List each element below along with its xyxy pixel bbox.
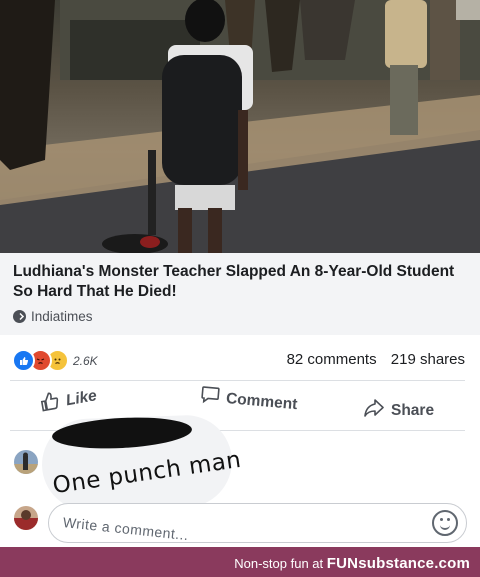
- photo-illustration: [0, 0, 480, 253]
- comment-button[interactable]: Comment: [199, 384, 298, 417]
- link-preview[interactable]: Ludhiana's Monster Teacher Slapped An 8-…: [0, 253, 480, 335]
- comment-input[interactable]: Write a comment...: [48, 503, 467, 543]
- engagement-counts: 82 comments 219 shares: [277, 351, 465, 368]
- like-reaction-icon: [12, 349, 35, 372]
- like-label: Like: [64, 386, 98, 409]
- comment-label: Comment: [225, 389, 299, 413]
- share-button[interactable]: Share: [363, 398, 434, 423]
- divider: [10, 380, 465, 381]
- share-label: Share: [391, 401, 435, 419]
- post-stats: 2.6K 82 comments 219 shares: [0, 338, 480, 378]
- source-name: Indiatimes: [31, 309, 93, 324]
- watermark-footer: Non-stop fun at FUNsubstance.com: [0, 547, 480, 577]
- thumbs-up-icon: [38, 390, 62, 418]
- footer-prefix: Non-stop fun at: [234, 556, 324, 571]
- share-arrow-icon: [363, 398, 385, 423]
- footer-brand[interactable]: FUNsubstance.com: [327, 555, 470, 572]
- article-headline[interactable]: Ludhiana's Monster Teacher Slapped An 8-…: [13, 262, 468, 302]
- commenter-avatar[interactable]: [14, 450, 38, 474]
- article-source: Indiatimes: [13, 309, 93, 324]
- reaction-summary[interactable]: 2.6K: [12, 349, 98, 372]
- comment-bubble-icon: [199, 384, 221, 411]
- check-circle-icon: [13, 310, 26, 323]
- reaction-count: 2.6K: [73, 353, 98, 368]
- shares-count[interactable]: 219 shares: [391, 351, 465, 368]
- like-button[interactable]: Like: [38, 383, 98, 418]
- article-photo[interactable]: [0, 0, 480, 253]
- user-avatar[interactable]: [14, 506, 38, 530]
- footer-text: Non-stop fun at FUNsubstance.com: [234, 555, 470, 572]
- comments-count[interactable]: 82 comments: [287, 351, 377, 368]
- smiley-icon[interactable]: [432, 510, 458, 536]
- comment-placeholder: Write a comment...: [62, 514, 190, 544]
